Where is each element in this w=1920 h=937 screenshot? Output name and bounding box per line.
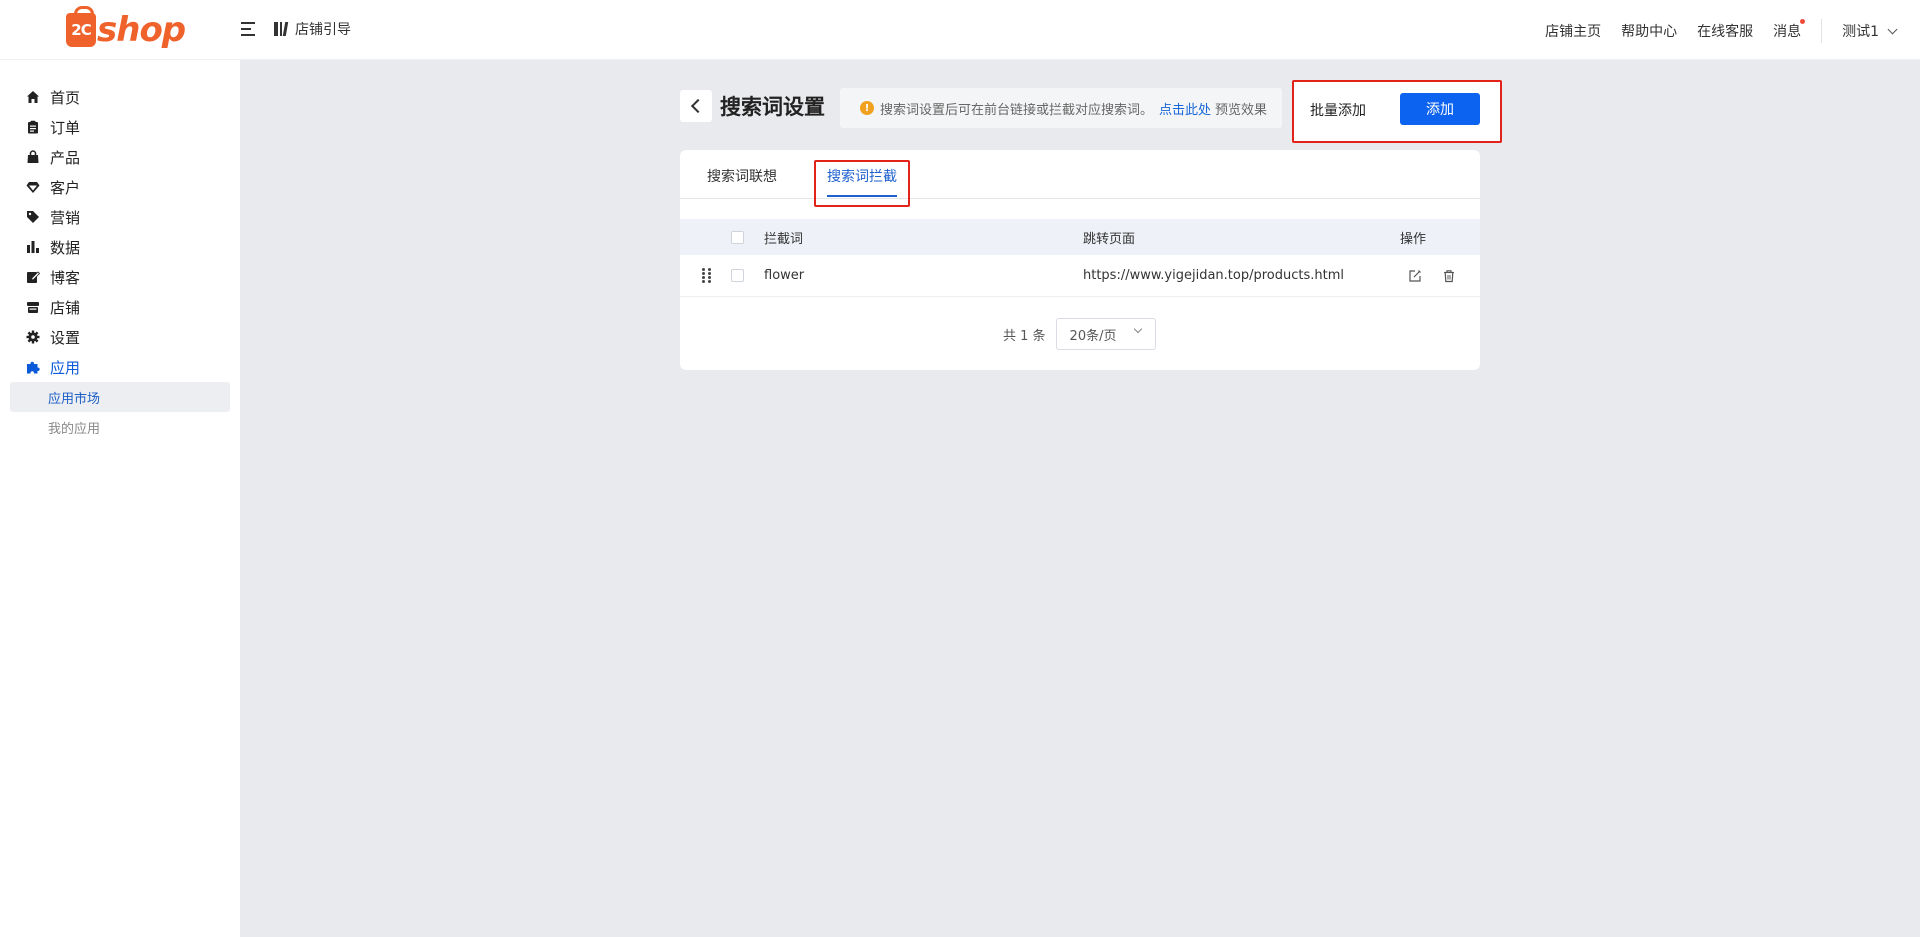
notice-after-text: 预览效果: [1215, 102, 1268, 118]
sidebar-subitem-app-market[interactable]: 应用市场: [10, 382, 230, 412]
sidebar-item-products[interactable]: 产品: [0, 142, 240, 172]
logo-bag-icon: 2C: [66, 6, 96, 47]
user-menu[interactable]: 测试1: [1842, 21, 1898, 41]
page-title: 搜索词设置: [720, 95, 825, 119]
sidebar-item-settings[interactable]: 设置: [0, 322, 240, 352]
sidebar-item-label: 店铺: [50, 298, 81, 317]
column-header-actions: 操作: [1400, 231, 1427, 247]
sidebar-item-store[interactable]: 店铺: [0, 292, 240, 322]
sidebar-item-label: 订单: [50, 118, 81, 137]
book-icon: [274, 22, 289, 36]
sidebar-item-marketing[interactable]: 营销: [0, 202, 240, 232]
tab-bar: 搜索词联想 搜索词拦截: [680, 150, 1480, 207]
tag-icon: [26, 210, 40, 224]
sidebar-item-label: 产品: [50, 148, 81, 167]
chevron-down-icon: [1887, 24, 1898, 34]
header-divider: [1821, 19, 1823, 43]
sidebar-item-customers[interactable]: 客户: [0, 172, 240, 202]
logo-mark: 2C: [71, 21, 91, 39]
messages-link[interactable]: 消息: [1773, 19, 1806, 41]
warning-icon: !: [860, 101, 874, 115]
store-guide-label: 店铺引导: [295, 22, 351, 38]
bar-chart-icon: [26, 240, 40, 254]
drag-handle-icon[interactable]: [702, 267, 712, 284]
sidebar-nav: 首页 订单 产品 客户 营销 数据 博客 店铺 设置 应用: [0, 60, 240, 382]
chevron-left-icon: [690, 98, 706, 114]
sidebar-item-orders[interactable]: 订单: [0, 112, 240, 142]
sidebar-item-home[interactable]: 首页: [0, 82, 240, 112]
chevron-down-icon: [1133, 324, 1142, 334]
sidebar-subitem-my-apps[interactable]: 我的应用: [10, 412, 230, 442]
edit-icon: [26, 270, 40, 284]
page-size-select[interactable]: 20条/页: [1055, 318, 1156, 350]
user-name: 测试1: [1842, 24, 1879, 40]
page-size-value: 20条/页: [1069, 328, 1117, 344]
puzzle-icon: [26, 360, 40, 374]
table-row: flower https://www.yigejidan.top/product…: [680, 255, 1480, 297]
pagination-total: 共 1 条: [1003, 328, 1046, 344]
page-header: 搜索词设置: [680, 88, 825, 124]
sidebar: 首页 订单 产品 客户 营销 数据 博客 店铺 设置 应用 应用市场 我的应用: [0, 60, 240, 937]
sidebar-item-label: 客户: [50, 178, 81, 197]
cell-page: https://www.yigejidan.top/products.html: [1083, 268, 1345, 283]
back-button[interactable]: [680, 90, 712, 122]
sidebar-item-apps[interactable]: 应用: [0, 352, 240, 382]
row-checkbox[interactable]: [731, 269, 744, 282]
logo[interactable]: 2C shop: [66, 6, 186, 50]
sidebar-item-label: 营销: [50, 208, 81, 227]
pagination: 共 1 条 20条/页: [1003, 318, 1156, 350]
online-service-link[interactable]: 在线客服: [1697, 21, 1753, 41]
help-center-link[interactable]: 帮助中心: [1621, 21, 1677, 41]
add-button[interactable]: 添加: [1400, 93, 1480, 125]
column-header-page: 跳转页面: [1083, 231, 1136, 247]
home-icon: [26, 90, 40, 104]
tab-highlight-box: [814, 160, 910, 207]
menu-toggle-icon[interactable]: [238, 20, 256, 38]
sidebar-item-label: 设置: [50, 328, 81, 347]
sidebar-item-label: 应用: [50, 358, 81, 377]
action-buttons: 批量添加 添加: [1292, 80, 1502, 143]
store-icon: [26, 300, 40, 314]
messages-label: 消息: [1773, 24, 1802, 40]
select-all-checkbox[interactable]: [731, 230, 744, 244]
notice-text: 搜索词设置后可在前台链接或拦截对应搜索词。: [880, 102, 1154, 118]
edit-icon[interactable]: [1407, 268, 1423, 284]
table-header: 拦截词 跳转页面 操作: [680, 219, 1480, 255]
diamond-icon: [26, 180, 40, 194]
cell-word: flower: [764, 268, 805, 283]
store-guide-link[interactable]: 店铺引导: [274, 19, 351, 39]
store-home-link[interactable]: 店铺主页: [1545, 21, 1601, 41]
content-card: 搜索词联想 搜索词拦截 拦截词 跳转页面 操作 flower https://w…: [680, 150, 1480, 370]
gear-icon: [26, 330, 40, 344]
header-links: 店铺主页 帮助中心 在线客服 消息 测试1: [1525, 19, 1898, 43]
preview-link[interactable]: 点击此处: [1159, 99, 1211, 118]
batch-add-button[interactable]: 批量添加: [1310, 99, 1366, 123]
sidebar-item-data[interactable]: 数据: [0, 232, 240, 262]
tab-search-suggest[interactable]: 搜索词联想: [707, 166, 777, 186]
unread-dot: [1800, 19, 1806, 24]
sidebar-item-label: 首页: [50, 88, 81, 107]
column-header-word: 拦截词: [764, 231, 804, 247]
sidebar-item-label: 博客: [50, 268, 81, 287]
sidebar-item-blog[interactable]: 博客: [0, 262, 240, 292]
logo-text: shop: [97, 10, 186, 50]
trash-icon[interactable]: [1441, 268, 1457, 284]
clipboard-icon: [26, 120, 40, 134]
notice-banner: ! 搜索词设置后可在前台链接或拦截对应搜索词。 点击此处 预览效果: [840, 88, 1282, 128]
sidebar-item-label: 数据: [50, 238, 81, 257]
bag-icon: [26, 150, 40, 164]
top-header: 2C shop 店铺引导 店铺主页 帮助中心 在线客服 消息 测试1: [0, 0, 1920, 60]
